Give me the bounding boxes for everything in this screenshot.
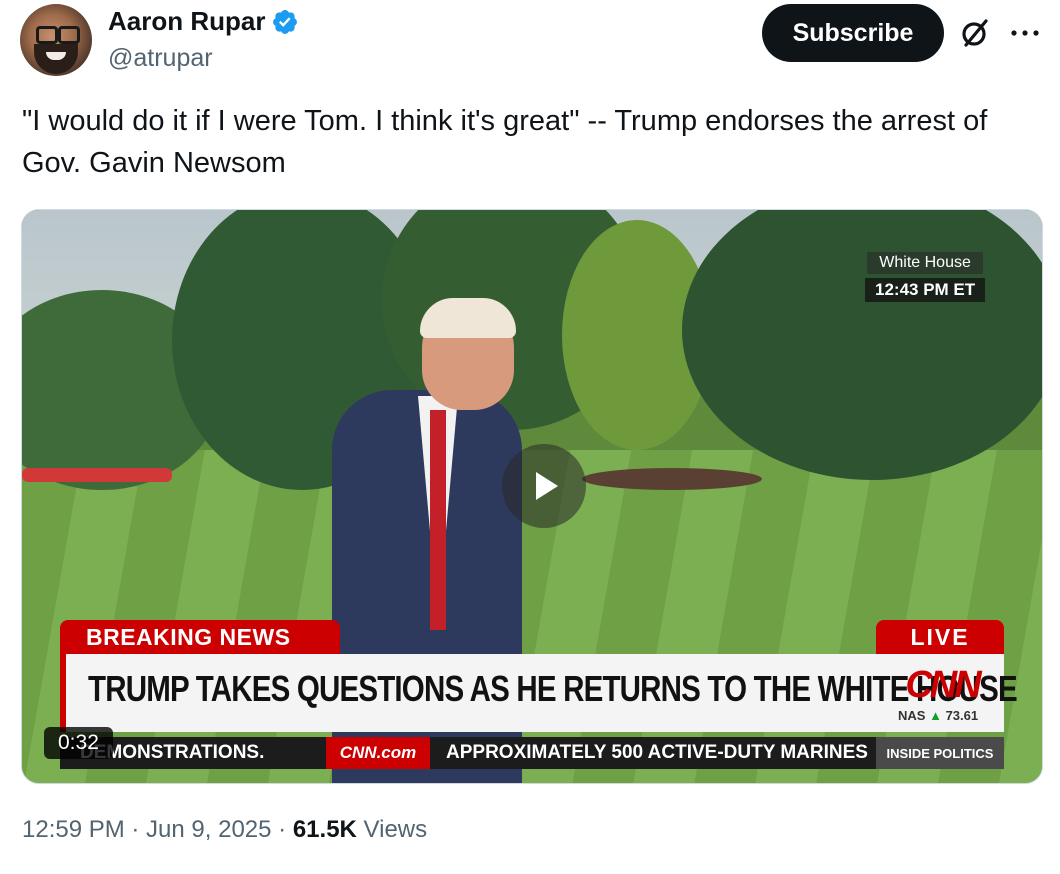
location-bug: White House 12:43 PM ET <box>865 252 986 302</box>
subscribe-button[interactable]: Subscribe <box>762 4 944 62</box>
video-player[interactable]: White House 12:43 PM ET BREAKING NEWS LI… <box>21 209 1043 784</box>
ticker-right-text: APPROXIMATELY 500 ACTIVE-DUTY MARINES <box>446 742 868 763</box>
headline-bar: TRUMP TAKES QUESTIONS AS HE RETURNS TO T… <box>60 654 1018 732</box>
verified-badge-icon <box>273 9 298 34</box>
ticker-site: CNN.com <box>326 737 430 769</box>
tweet-timestamp[interactable]: 12:59 PM · Jun 9, 2025 · <box>22 816 293 843</box>
headline-text: TRUMP TAKES QUESTIONS AS HE RETURNS TO T… <box>88 668 1018 709</box>
location-label: White House <box>867 252 983 274</box>
more-icon[interactable] <box>1008 18 1042 48</box>
time-label: 12:43 PM ET <box>865 278 986 302</box>
stock-up-icon: ▲ <box>929 708 942 723</box>
play-button[interactable] <box>502 444 586 528</box>
show-name: INSIDE POLITICS <box>876 737 1004 769</box>
person-hair <box>420 298 516 338</box>
grok-icon[interactable] <box>958 16 992 50</box>
views-label: Views <box>356 816 428 843</box>
views-count: 61.5K <box>292 816 357 843</box>
stock-label: NAS <box>898 708 926 723</box>
play-icon <box>536 472 558 500</box>
news-ticker: DEMONSTRATIONS. CNN.com APPROXIMATELY 50… <box>60 737 1004 769</box>
stock-value: 73.61 <box>945 708 979 723</box>
display-name[interactable]: Aaron Rupar <box>108 6 265 37</box>
author-name-row[interactable]: Aaron Rupar <box>108 6 299 37</box>
avatar[interactable] <box>20 4 92 76</box>
person-tie <box>430 410 446 630</box>
flower-bed <box>22 468 172 482</box>
video-duration: 0:32 <box>44 727 113 759</box>
avatar-glasses-left <box>36 26 58 44</box>
breaking-news-label: BREAKING NEWS <box>60 620 340 654</box>
tweet-text: "I would do it if I were Tom. I think it… <box>22 105 988 179</box>
author-handle[interactable]: @atrupar <box>108 44 213 73</box>
video-tree <box>682 210 1042 480</box>
stock-ticker: NAS ▲ 73.61 <box>898 708 978 723</box>
mulch-bed <box>582 468 762 490</box>
avatar-glasses-right <box>58 26 80 44</box>
tweet-meta: 12:59 PM · Jun 9, 2025 · 61.5K Views <box>22 816 427 844</box>
cnn-logo: CNN <box>905 664 981 706</box>
live-label: LIVE <box>876 620 1004 654</box>
